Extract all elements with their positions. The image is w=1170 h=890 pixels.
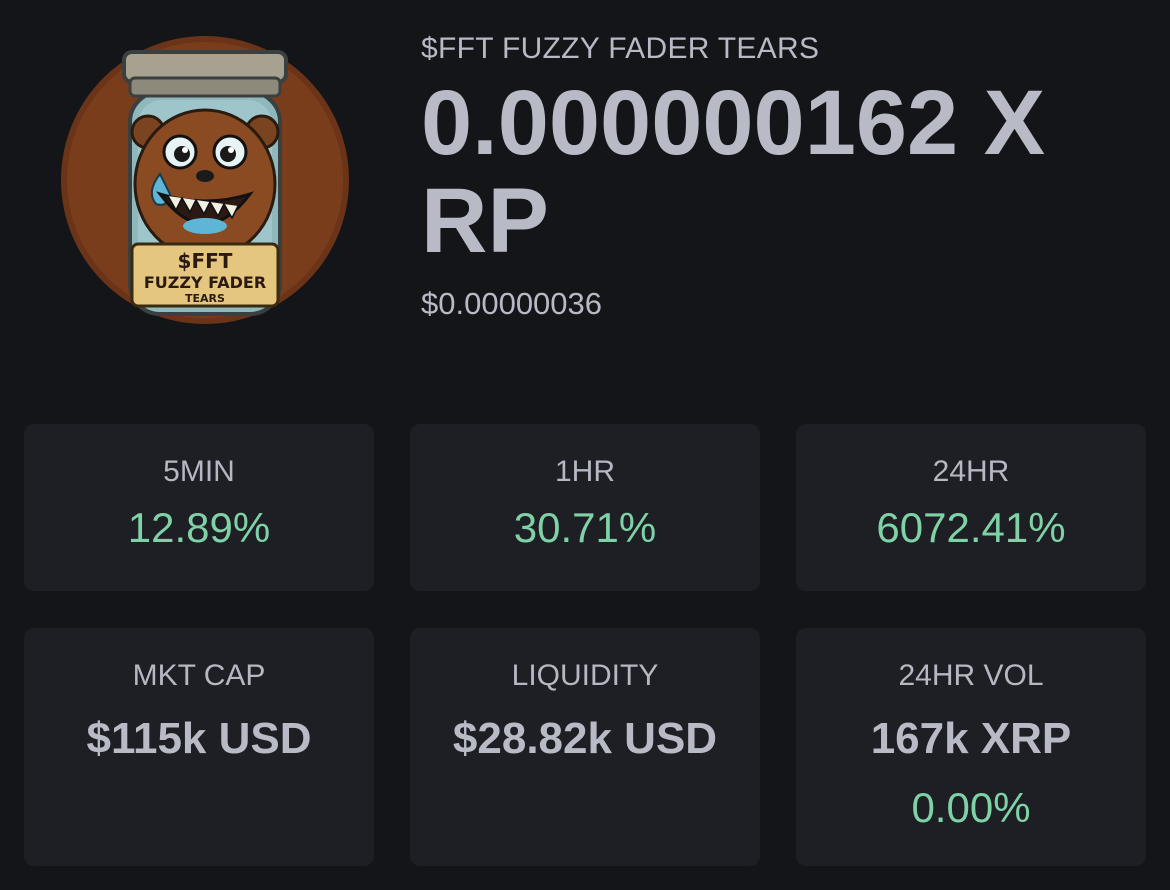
stat-value: $28.82k USD	[452, 714, 718, 763]
stat-card-mkt-cap: MKT CAP $115k USD	[24, 628, 374, 866]
change-card-24hr: 24HR 6072.41%	[796, 424, 1146, 591]
vol-change-value: 0.00%	[911, 784, 1031, 831]
price-xrp: 0.000000162 XRP	[421, 72, 1046, 272]
change-label: 5MIN	[163, 455, 235, 488]
stat-label: 24HR VOL	[898, 659, 1044, 692]
stat-label: LIQUIDITY	[511, 659, 659, 692]
change-value: 30.71%	[513, 504, 657, 551]
token-logo: $FFT FUZZY FADER TEARS	[60, 34, 350, 326]
token-title: $FFT FUZZY FADER TEARS	[421, 32, 820, 65]
svg-text:$FFT: $FFT	[178, 249, 233, 273]
change-value: 12.89%	[127, 504, 271, 551]
price-usd: $0.00000036	[421, 286, 603, 321]
bear-jar-icon: $FFT FUZZY FADER TEARS	[61, 36, 349, 324]
change-card-1hr: 1HR 30.71%	[410, 424, 760, 591]
stat-value: $115k USD	[86, 714, 312, 763]
stat-value: 167k XRP	[870, 714, 1072, 763]
change-card-5min: 5MIN 12.89%	[24, 424, 374, 591]
change-value: 6072.41%	[876, 504, 1066, 551]
svg-text:FUZZY FADER: FUZZY FADER	[144, 273, 266, 292]
token-header: $FFT FUZZY FADER TEARS 0.000000162 XRP $…	[421, 30, 1141, 322]
svg-text:TEARS: TEARS	[185, 292, 225, 305]
stat-card-24hr-vol: 24HR VOL 167k XRP 0.00%	[796, 628, 1146, 866]
change-label: 1HR	[554, 455, 615, 488]
stat-label: MKT CAP	[132, 659, 266, 692]
stat-card-liquidity: LIQUIDITY $28.82k USD	[410, 628, 760, 866]
change-label: 24HR	[932, 455, 1010, 488]
